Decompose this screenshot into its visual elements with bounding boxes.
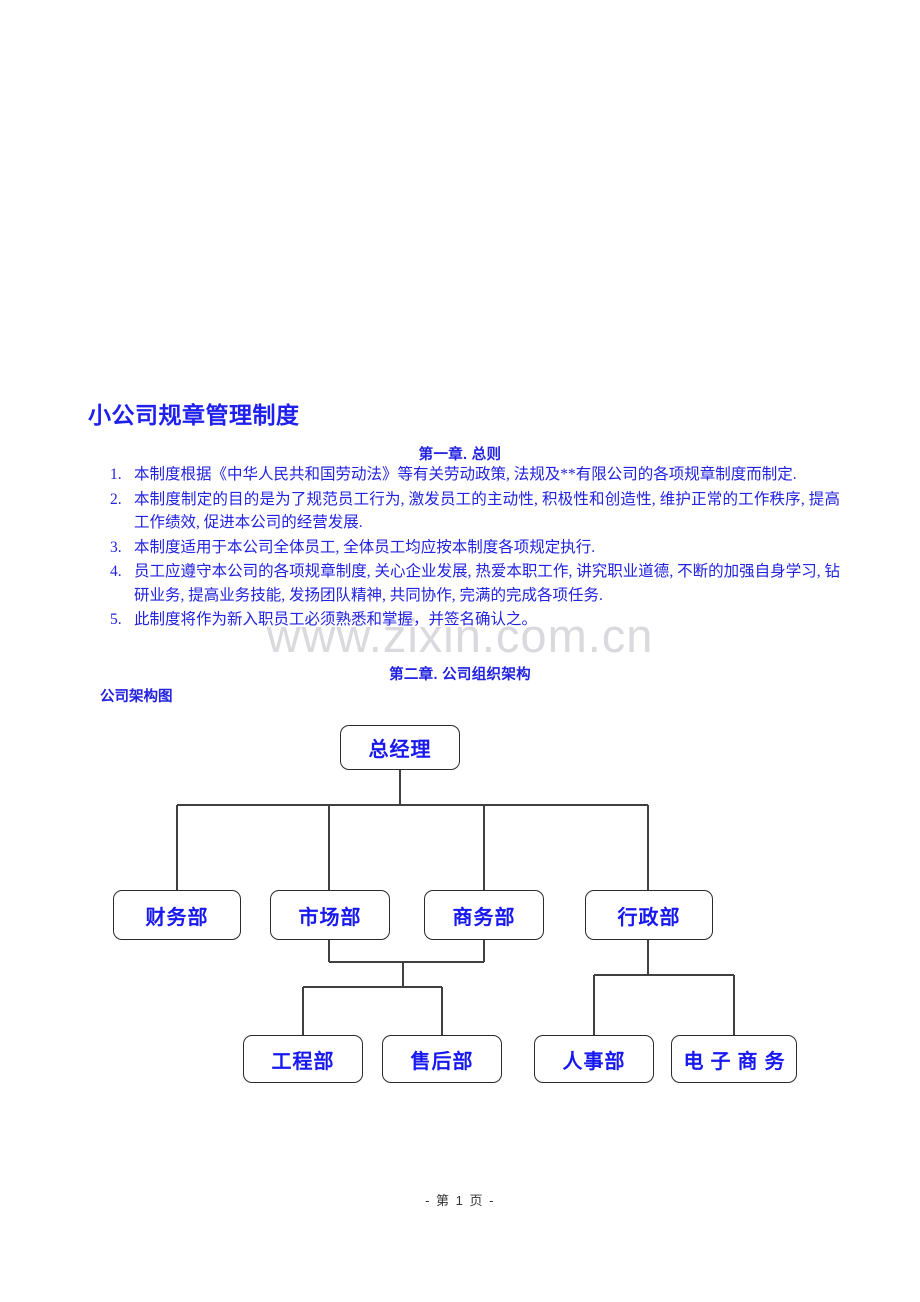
chapter-heading-2: 第二章. 公司组织架构 [389, 667, 531, 683]
page-title: 小公司规章管理制度 [88, 402, 300, 428]
org-node-business: 商务部 [424, 890, 544, 940]
org-node-engineering: 工程部 [243, 1035, 363, 1083]
clause-text: 本制度制定的目的是为了规范员工行为, 激发员工的主动性, 积极性和创造性, 维护… [134, 490, 840, 532]
clause-number: 5. [110, 611, 122, 628]
org-node-administration: 行政部 [585, 890, 713, 940]
clause-number: 2. [110, 490, 122, 508]
list-item: 2. 本制度制定的目的是为了规范员工行为, 激发员工的主动性, 积极性和创造性,… [100, 488, 840, 535]
clause-number: 4. [110, 563, 122, 580]
list-item: 5. 此制度将作为新入职员工必须熟悉和掌握，并签名确认之。 [100, 608, 840, 632]
document-page: www.zixin.com.cn 小公司规章管理制度 第一章. 总则 1. 本制… [0, 0, 920, 1302]
list-item: 3. 本制度适用于本公司全体员工, 全体员工均应按本制度各项规定执行. [100, 536, 840, 560]
clause-text: 本制度根据《中华人民共和国劳动法》等有关劳动政策, 法规及**有限公司的各项规章… [134, 466, 797, 483]
clause-text: 本制度适用于本公司全体员工, 全体员工均应按本制度各项规定执行. [134, 538, 596, 556]
clause-list: 1. 本制度根据《中华人民共和国劳动法》等有关劳动政策, 法规及**有限公司的各… [100, 463, 840, 633]
org-node-finance: 财务部 [113, 890, 241, 940]
clause-number: 3. [110, 538, 122, 556]
clause-text: 员工应遵守本公司的各项规章制度, 关心企业发展, 热爱本职工作, 讲究职业道德,… [134, 563, 840, 604]
clause-text: 此制度将作为新入职员工必须熟悉和掌握，并签名确认之。 [134, 611, 538, 628]
list-item: 4. 员工应遵守本公司的各项规章制度, 关心企业发展, 热爱本职工作, 讲究职业… [100, 560, 840, 607]
org-chart: 总经理 财务部 市场部 商务部 行政部 工程部 售后部 人事部 电子商务 [0, 705, 920, 1105]
chapter-heading-1: 第一章. 总则 [418, 447, 502, 463]
list-item: 1. 本制度根据《中华人民共和国劳动法》等有关劳动政策, 法规及**有限公司的各… [100, 463, 840, 487]
org-node-root: 总经理 [340, 725, 460, 770]
orgchart-label: 公司架构图 [100, 689, 173, 705]
page-footer: - 第 1 页 - [425, 1193, 495, 1208]
org-node-hr: 人事部 [534, 1035, 654, 1083]
org-node-aftersales: 售后部 [382, 1035, 502, 1083]
org-node-ecommerce: 电子商务 [671, 1035, 797, 1083]
clause-number: 1. [110, 466, 122, 483]
org-node-marketing: 市场部 [270, 890, 390, 940]
